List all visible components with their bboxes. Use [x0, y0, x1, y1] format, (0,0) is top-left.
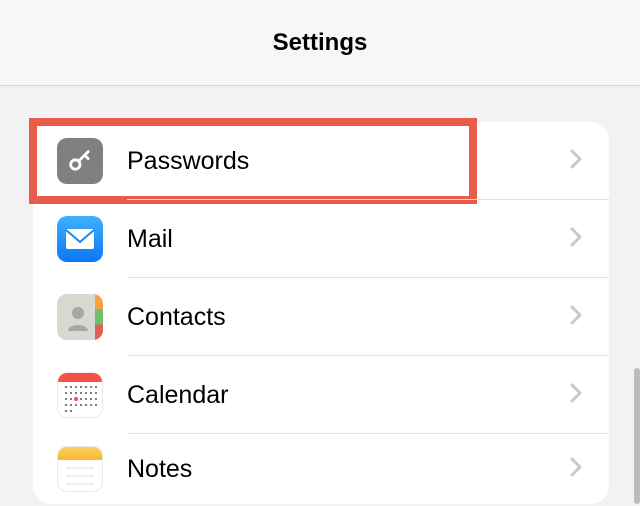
row-calendar[interactable]: Calendar [33, 356, 609, 434]
chevron-right-icon [569, 456, 583, 483]
row-passwords[interactable]: Passwords [33, 122, 609, 200]
mail-icon [57, 216, 103, 262]
page-title: Settings [273, 29, 368, 57]
chevron-right-icon [569, 226, 583, 253]
chevron-right-icon [569, 382, 583, 409]
row-notes[interactable]: Notes [33, 434, 609, 504]
chevron-right-icon [569, 304, 583, 331]
row-label: Calendar [127, 381, 569, 410]
row-label: Contacts [127, 303, 569, 332]
row-label: Passwords [127, 147, 569, 176]
chevron-right-icon [569, 148, 583, 175]
calendar-icon [57, 372, 103, 418]
contacts-icon [57, 294, 103, 340]
row-mail[interactable]: Mail [33, 200, 609, 278]
row-contacts[interactable]: Contacts [33, 278, 609, 356]
row-label: Notes [127, 455, 569, 484]
scrollbar[interactable] [634, 368, 640, 504]
settings-list: Passwords Mail [33, 122, 609, 504]
key-icon [57, 138, 103, 184]
notes-icon [57, 446, 103, 492]
row-label: Mail [127, 225, 569, 254]
header-bar: Settings [0, 0, 640, 86]
